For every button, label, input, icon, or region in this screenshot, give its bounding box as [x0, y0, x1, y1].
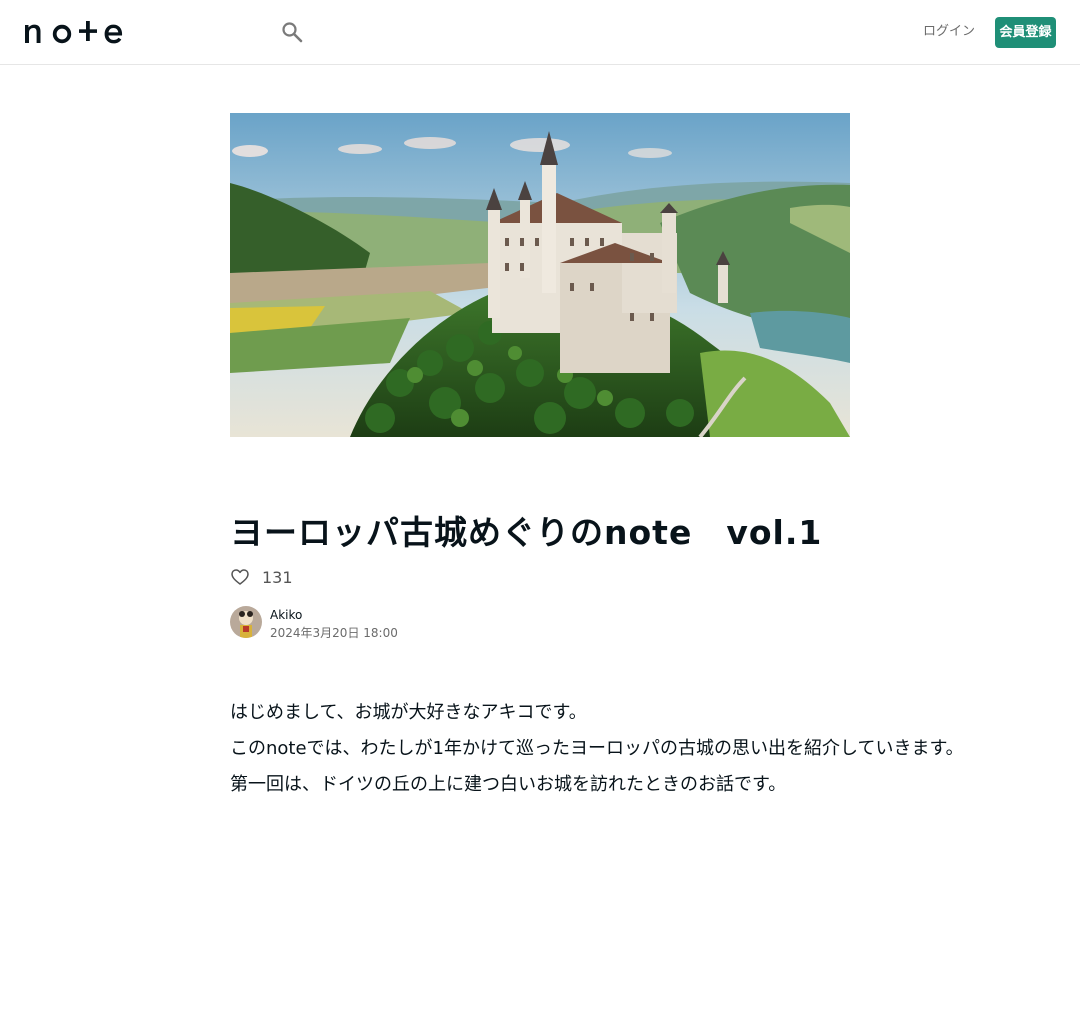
- like-count: 131: [262, 567, 293, 587]
- signup-button[interactable]: 会員登録: [995, 17, 1056, 48]
- note-logo[interactable]: [24, 19, 124, 45]
- search-icon[interactable]: [280, 20, 304, 44]
- article-hero-image: [230, 113, 850, 437]
- body-paragraph: 第一回は、ドイツの丘の上に建つ白いお城を訪れたときのお話です。: [230, 774, 787, 795]
- login-link[interactable]: ログイン: [920, 22, 978, 42]
- author-name[interactable]: Akiko: [270, 606, 398, 624]
- heart-icon[interactable]: [230, 567, 250, 587]
- avatar[interactable]: [230, 606, 262, 638]
- article-body: はじめまして、お城が大好きなアキコです。 このnoteでは、わたしが1年かけて巡…: [230, 695, 964, 803]
- body-paragraph: はじめまして、お城が大好きなアキコです。: [230, 702, 587, 723]
- like-area: 131: [230, 566, 293, 588]
- post-date: 2024年3月20日 18:00: [270, 626, 398, 640]
- article-title: ヨーロッパ古城めぐりのnote vol.1: [230, 513, 823, 552]
- author-info: Akiko 2024年3月20日 18:00: [230, 606, 398, 642]
- site-header: ログイン 会員登録: [0, 0, 1080, 65]
- body-paragraph: このnoteでは、わたしが1年かけて巡ったヨーロッパの古城の思い出を紹介していき…: [230, 738, 964, 759]
